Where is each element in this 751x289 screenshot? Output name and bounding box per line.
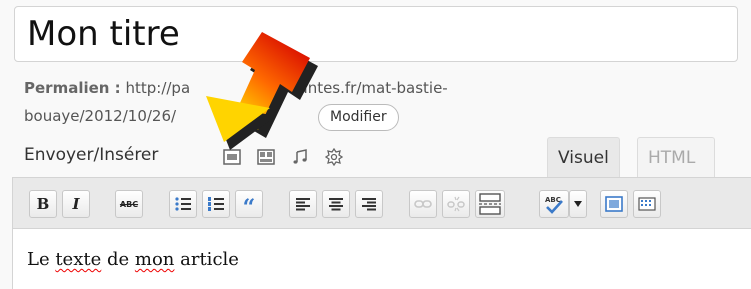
blockquote-button[interactable]: “	[235, 190, 263, 219]
align-right-button[interactable]	[355, 190, 383, 218]
fullscreen-icon	[605, 196, 623, 212]
spellcheck-button[interactable]: ABC	[539, 190, 569, 218]
spellcheck-icon: ABC	[545, 196, 563, 214]
permalink-path[interactable]: bouaye/2012/10/26/	[24, 107, 176, 125]
tab-html[interactable]: HTML	[637, 137, 715, 177]
permalink-path-end[interactable]: e/	[252, 107, 266, 125]
unlink-button[interactable]	[442, 190, 470, 218]
media-buttons	[222, 148, 344, 166]
gallery-icon[interactable]	[256, 148, 276, 166]
text-word: article	[174, 249, 239, 270]
strikethrough-button[interactable]: ABC	[115, 190, 143, 218]
image-upload-icon[interactable]	[222, 148, 242, 166]
numbered-list-icon	[208, 197, 224, 211]
bullet-list-button[interactable]	[169, 190, 197, 218]
align-center-button[interactable]	[322, 190, 350, 218]
permalink-url-end[interactable]: e.ac-nantes.fr/mat-bastie-	[252, 79, 448, 97]
link-icon	[414, 200, 432, 208]
numbered-list-button[interactable]	[202, 190, 230, 218]
text-word: de	[101, 249, 135, 270]
read-more-icon	[479, 193, 501, 215]
text-word: Le	[27, 249, 56, 270]
insert-link-button[interactable]	[409, 190, 437, 218]
media-gear-icon[interactable]	[324, 148, 344, 166]
align-center-icon	[329, 198, 343, 211]
more-tag-button[interactable]	[475, 190, 505, 218]
toolbar-toggle-icon	[638, 197, 656, 211]
media-upload-label: Envoyer/Insérer	[24, 145, 159, 165]
permalink-line-1: Permalien : http://pa e.ac-nantes.fr/mat-…	[24, 79, 448, 97]
editor-toolbar: B I ABC “ ABC	[12, 177, 751, 229]
fullscreen-button[interactable]	[600, 190, 628, 218]
audio-icon[interactable]	[290, 148, 310, 166]
unlink-icon	[447, 196, 465, 212]
misspelled-word[interactable]: texte	[55, 249, 101, 270]
edit-permalink-button[interactable]: Modifier	[318, 104, 399, 131]
chevron-down-icon	[574, 201, 582, 207]
italic-button[interactable]: I	[62, 190, 90, 218]
title-input[interactable]: Mon titre	[14, 6, 738, 62]
editor-content-area[interactable]: Le texte de mon article	[12, 229, 751, 289]
svg-text:ABC: ABC	[545, 196, 561, 204]
permalink-label: Permalien :	[24, 79, 121, 97]
misspelled-word[interactable]: mon	[135, 249, 175, 270]
article-text[interactable]: Le texte de mon article	[27, 249, 239, 270]
tab-visual[interactable]: Visuel	[547, 137, 620, 177]
align-right-icon	[362, 198, 376, 211]
spellcheck-language-dropdown[interactable]	[569, 190, 587, 218]
permalink-url-start[interactable]: http://pa	[125, 79, 190, 97]
align-left-button[interactable]	[289, 190, 317, 218]
kitchen-sink-button[interactable]	[633, 190, 661, 218]
bullet-list-icon	[175, 197, 191, 211]
align-left-icon	[296, 198, 310, 211]
bold-button[interactable]: B	[29, 190, 57, 218]
permalink-line-2: bouaye/2012/10/26/e/	[24, 107, 266, 125]
